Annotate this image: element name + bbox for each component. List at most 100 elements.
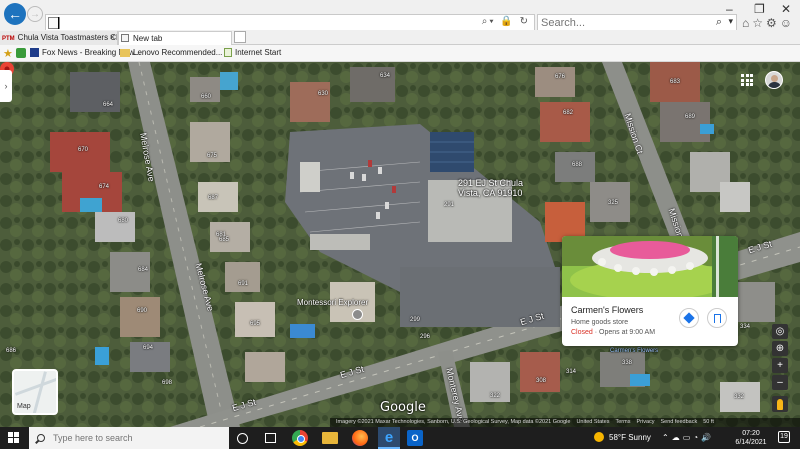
scale-label[interactable]: 50 ft [703,418,714,427]
house-number: 296 [420,334,431,340]
imagery-credit: Imagery ©2021 Maxar Technologies, Sanbor… [336,419,571,425]
house-number: 634 [380,73,391,79]
weather-text: 58°F Sunny [609,432,651,442]
cortana-icon[interactable] [237,433,248,444]
volume-icon[interactable]: 🔊 [701,433,714,442]
house-number: 314 [566,369,577,375]
file-explorer-icon[interactable] [322,432,338,444]
map-layer-label: Map [17,403,31,410]
privacy-link[interactable]: Privacy [636,418,654,427]
favorite-label: Internet Start [235,48,282,57]
lock-icon[interactable]: 🔒 [500,16,514,27]
region-label[interactable]: United States [576,418,609,427]
taskbar-search[interactable] [29,427,229,449]
place-address-label[interactable]: 291 EJ St Chula Vista, CA 91910 [458,178,523,198]
search-icon[interactable]: ⌕ [716,16,722,29]
account-avatar[interactable] [765,71,783,89]
search-dropdown-icon[interactable]: ⌕▾ [482,16,496,27]
place-name[interactable]: Carmen's Flowers [571,305,643,315]
battery-icon[interactable]: ▭ [683,433,694,442]
search-input[interactable] [538,15,698,31]
settings-gear-icon[interactable]: ⚙ [766,16,780,30]
minimize-button[interactable]: – [726,2,733,16]
tab-close-icon[interactable]: × [110,31,115,44]
internet-explorer-icon[interactable]: e [378,427,400,449]
school-icon[interactable] [352,309,363,320]
smiley-icon[interactable]: ☺ [780,16,795,30]
weather-widget[interactable]: 58°F Sunny [594,432,651,442]
place-info-card[interactable]: Carmen's Flowers Home goods store Closed… [562,236,738,346]
search-icon [37,434,45,442]
forward-button[interactable]: → [27,6,43,22]
system-tray: ⌃☁▭◔🔊 [662,433,714,442]
zoom-out-button[interactable]: – [772,375,788,390]
page-icon [224,48,232,57]
search-dropdown-icon[interactable]: ▾ [728,16,733,27]
network-icon[interactable]: ◔ [693,433,701,442]
add-favorite-icon[interactable] [16,48,26,58]
task-view-icon[interactable] [265,433,276,443]
place-hours: Closed · Opens at 9:00 AM [571,329,655,336]
tab-label: Chula Vista Toastmasters Club ... [17,33,118,42]
satellite-map[interactable]: Melrose Ave Melrose Ave Mission Ct Missi… [0,62,800,427]
back-button[interactable]: ← [4,3,26,25]
folder-icon [120,48,130,57]
taskbar-clock[interactable]: 07:20 6/14/2021 [734,429,768,447]
close-button[interactable]: ✕ [781,2,791,16]
favorite-lenovo-folder[interactable]: Lenovo Recommended...▼ [120,48,232,57]
refresh-icon[interactable]: ↻ [520,16,530,27]
house-number: 682 [563,110,574,116]
feedback-link[interactable]: Send feedback [661,418,698,427]
tab-toastmasters[interactable]: PTMChula Vista Toastmasters Club ... × [0,31,118,45]
favorites-star-icon[interactable]: ★ [3,47,13,60]
house-number: 680 [118,218,129,224]
terms-link[interactable]: Terms [615,418,630,427]
firefox-icon[interactable] [352,430,368,446]
outlook-icon[interactable]: O [407,430,423,446]
google-logo: Google [380,400,426,415]
new-tab-button[interactable] [234,31,246,43]
place-number: 291 [444,202,455,208]
poi-label-flowers[interactable]: Carmen's Flowers [610,348,658,354]
tab-new-tab[interactable]: New tab [118,31,232,45]
location-target-icon: ⊕ [775,343,785,354]
taskbar-search-input[interactable] [53,433,213,443]
maximize-button[interactable]: ❐ [754,2,765,16]
chrome-icon[interactable] [292,430,308,446]
side-panel-toggle[interactable]: › [0,70,12,102]
chevron-up-icon[interactable]: ⌃ [662,433,672,442]
tab-label: New tab [133,34,163,43]
globe-button[interactable]: ◎ [772,324,788,339]
street-view-pegman[interactable] [772,396,788,412]
windows-start-icon[interactable] [8,432,20,444]
place-photo[interactable] [562,236,738,297]
map-attribution: Imagery ©2021 Maxar Technologies, Sanbor… [330,418,800,427]
notifications-icon[interactable]: 19 [778,431,790,443]
house-number: 660 [201,94,212,100]
directions-icon [683,312,695,324]
map-layer-toggle[interactable]: Map [12,369,58,415]
cloud-icon[interactable]: ☁ [672,433,683,442]
house-number: 687 [208,195,219,201]
house-number: 676 [555,74,566,80]
new-tab-favicon [121,34,129,42]
tab-bar: PTMChula Vista Toastmasters Club ... × N… [0,30,800,45]
favorite-internet-start[interactable]: Internet Start [224,48,281,57]
apps-grid-icon[interactable] [741,74,753,86]
directions-button[interactable] [679,308,699,328]
zoom-in-button[interactable]: + [772,358,788,373]
home-icon[interactable]: ⌂ [742,16,752,30]
save-button[interactable] [707,308,727,328]
house-number: 689 [685,114,696,120]
opening-time: · Opens at 9:00 AM [594,329,656,336]
favorite-label: Lenovo Recommended... [133,48,223,57]
house-number: 322 [490,393,501,399]
my-location-button[interactable]: ⊕ [772,341,788,356]
house-number: 690 [137,308,148,314]
house-number: 308 [536,378,547,384]
favorites-star-icon[interactable]: ☆ [752,16,766,30]
poi-label-montessori[interactable]: Montessori Explorer [297,298,368,307]
browser-address-row: ← → ⌕▾ 🔒 ↻ ⌕ ▾ – ❐ ✕ ⌂☆⚙☺ [0,0,800,32]
place-category: Home goods store [571,319,629,326]
house-number: 686 [6,348,17,354]
